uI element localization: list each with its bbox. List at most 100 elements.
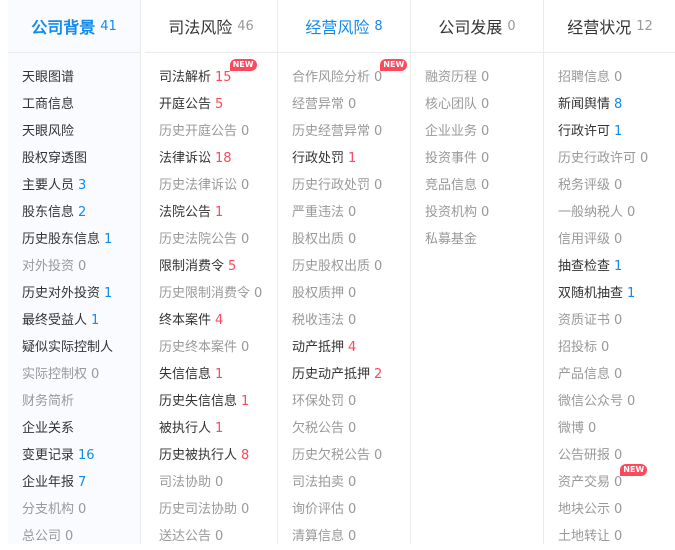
menu-item[interactable]: 历史经营异常 0 — [292, 118, 410, 145]
menu-item[interactable]: 被执行人 1 — [159, 415, 277, 442]
menu-item[interactable]: 历史动产抵押 2 — [292, 361, 410, 388]
tab-operating-status[interactable]: 经营状况 12 — [544, 0, 675, 53]
menu-item[interactable]: 历史法院公告 0 — [159, 226, 277, 253]
menu-item[interactable]: 送达公告 0 — [159, 523, 277, 550]
menu-item-label: 限制消费令 — [159, 259, 225, 274]
menu-item[interactable]: 实际控制权 0 — [22, 361, 140, 388]
menu-item[interactable]: 历史司法协助 0 — [159, 496, 277, 523]
menu-item[interactable]: 竞品信息 0 — [425, 172, 543, 199]
menu-item[interactable]: 对外投资 0 — [22, 253, 140, 280]
new-badge: NEW — [380, 59, 408, 71]
menu-item[interactable]: 疑似实际控制人 — [22, 334, 140, 361]
menu-item-count: 0 — [614, 502, 623, 517]
menu-item[interactable]: 天眼图谱 — [22, 64, 140, 91]
menu-item[interactable]: 分支机构 0 — [22, 496, 140, 523]
menu-item[interactable]: 行政处罚 1 — [292, 145, 410, 172]
menu-item[interactable]: 融资历程 0 — [425, 64, 543, 91]
menu-item[interactable]: 历史失信信息 1 — [159, 388, 277, 415]
menu-item[interactable]: 股权出质 0 — [292, 226, 410, 253]
menu-item-label: 终本案件 — [159, 313, 212, 328]
menu-item[interactable]: 历史终本案件 0 — [159, 334, 277, 361]
menu-item[interactable]: 司法协助 0 — [159, 469, 277, 496]
menu-item[interactable]: 投资机构 0 — [425, 199, 543, 226]
menu-item[interactable]: 环保处罚 0 — [292, 388, 410, 415]
menu-item[interactable]: 新闻舆情 8 — [558, 91, 675, 118]
menu-item[interactable]: 抽查检查 1 — [558, 253, 675, 280]
menu-item[interactable]: 终本案件 4 — [159, 307, 277, 334]
menu-item[interactable]: 产品信息 0 — [558, 361, 675, 388]
menu-item-count: 0 — [241, 232, 250, 247]
menu-item[interactable]: 严重违法 0 — [292, 199, 410, 226]
menu-item-count: 0 — [627, 394, 636, 409]
menu-item-count: 1 — [215, 367, 224, 382]
tab-judicial-risk[interactable]: 司法风险 46 — [145, 0, 277, 53]
menu-item[interactable]: 企业业务 0 — [425, 118, 543, 145]
tab-operating-risk[interactable]: 经营风险 8 — [278, 0, 410, 53]
menu-item[interactable]: 经营异常 0 — [292, 91, 410, 118]
menu-item[interactable]: 合作风险分析 0 NEW — [292, 59, 410, 91]
menu-item[interactable]: 变更记录 16 — [22, 442, 140, 469]
menu-item-count: 0 — [78, 502, 87, 517]
menu-item[interactable]: 财务简析 — [22, 388, 140, 415]
menu-item[interactable]: 税务评级 0 — [558, 172, 675, 199]
menu-item[interactable]: 历史股东信息 1 — [22, 226, 140, 253]
menu-item[interactable]: 询价评估 0 — [292, 496, 410, 523]
menu-item[interactable]: 历史法律诉讼 0 — [159, 172, 277, 199]
menu-item[interactable]: 总公司 0 — [22, 523, 140, 550]
menu-item[interactable]: 欠税公告 0 — [292, 415, 410, 442]
menu-item[interactable]: 信用评级 0 — [558, 226, 675, 253]
menu-item[interactable]: 土地转让 0 — [558, 523, 675, 550]
menu-item-label: 私募基金 — [425, 232, 478, 247]
menu-item[interactable]: 核心团队 0 — [425, 91, 543, 118]
menu-item[interactable]: 资产交易 0 NEW — [558, 464, 675, 496]
menu-item[interactable]: 资质证书 0 — [558, 307, 675, 334]
tab-company-background[interactable]: 公司背景 41 — [8, 0, 140, 53]
menu-item[interactable]: 行政许可 1 — [558, 118, 675, 145]
menu-item[interactable]: 微信公众号 0 — [558, 388, 675, 415]
menu-item[interactable]: 私募基金 — [425, 226, 543, 253]
menu-item[interactable]: 双随机抽查 1 — [558, 280, 675, 307]
menu-item[interactable]: 历史行政许可 0 — [558, 145, 675, 172]
menu-item[interactable]: 动产抵押 4 — [292, 334, 410, 361]
menu-item[interactable]: 地块公示 0 — [558, 496, 675, 523]
menu-item[interactable]: 股权质押 0 — [292, 280, 410, 307]
menu-item[interactable]: 一般纳税人 0 — [558, 199, 675, 226]
menu-item-count: 0 — [348, 394, 357, 409]
menu-item[interactable]: 司法拍卖 0 — [292, 469, 410, 496]
menu-item[interactable]: 天眼风险 — [22, 118, 140, 145]
menu-item[interactable]: 历史开庭公告 0 — [159, 118, 277, 145]
menu-item[interactable]: 历史欠税公告 0 — [292, 442, 410, 469]
menu-item[interactable]: 招投标 0 — [558, 334, 675, 361]
menu-item[interactable]: 法院公告 1 — [159, 199, 277, 226]
menu-item[interactable]: 企业年报 7 — [22, 469, 140, 496]
menu-item[interactable]: 工商信息 — [22, 91, 140, 118]
menu-item[interactable]: 微博 0 — [558, 415, 675, 442]
menu-item[interactable]: 招聘信息 0 — [558, 64, 675, 91]
tab-company-development[interactable]: 公司发展 0 — [411, 0, 543, 53]
menu-item[interactable]: 税收违法 0 — [292, 307, 410, 334]
menu-item-count: 0 — [614, 232, 623, 247]
menu-item[interactable]: 失信信息 1 — [159, 361, 277, 388]
menu-item-count: 0 — [588, 421, 597, 436]
menu-item[interactable]: 企业关系 — [22, 415, 140, 442]
menu-item[interactable]: 投资事件 0 — [425, 145, 543, 172]
menu-item[interactable]: 历史行政处罚 0 — [292, 172, 410, 199]
menu-item[interactable]: 历史股权出质 0 — [292, 253, 410, 280]
menu-item[interactable]: 股东信息 2 — [22, 199, 140, 226]
menu-item[interactable]: 司法解析 15 NEW — [159, 59, 277, 91]
menu-item[interactable]: 历史对外投资 1 — [22, 280, 140, 307]
menu-item[interactable]: 公告研报 0 — [558, 442, 675, 469]
menu-item[interactable]: 历史限制消费令 0 — [159, 280, 277, 307]
menu-item-count: 1 — [241, 394, 250, 409]
menu-item[interactable]: 主要人员 3 — [22, 172, 140, 199]
menu-item[interactable]: 法律诉讼 18 — [159, 145, 277, 172]
menu-item[interactable]: 股权穿透图 — [22, 145, 140, 172]
menu-item[interactable]: 开庭公告 5 — [159, 91, 277, 118]
menu-item[interactable]: 历史被执行人 8 — [159, 442, 277, 469]
menu-item-count: 1 — [104, 286, 113, 301]
menu-item[interactable]: 最终受益人 1 — [22, 307, 140, 334]
menu-item-label: 动产抵押 — [292, 340, 345, 355]
menu-item[interactable]: 限制消费令 5 — [159, 253, 277, 280]
menu-item[interactable]: 清算信息 0 — [292, 523, 410, 550]
menu-item-count: 1 — [627, 286, 636, 301]
